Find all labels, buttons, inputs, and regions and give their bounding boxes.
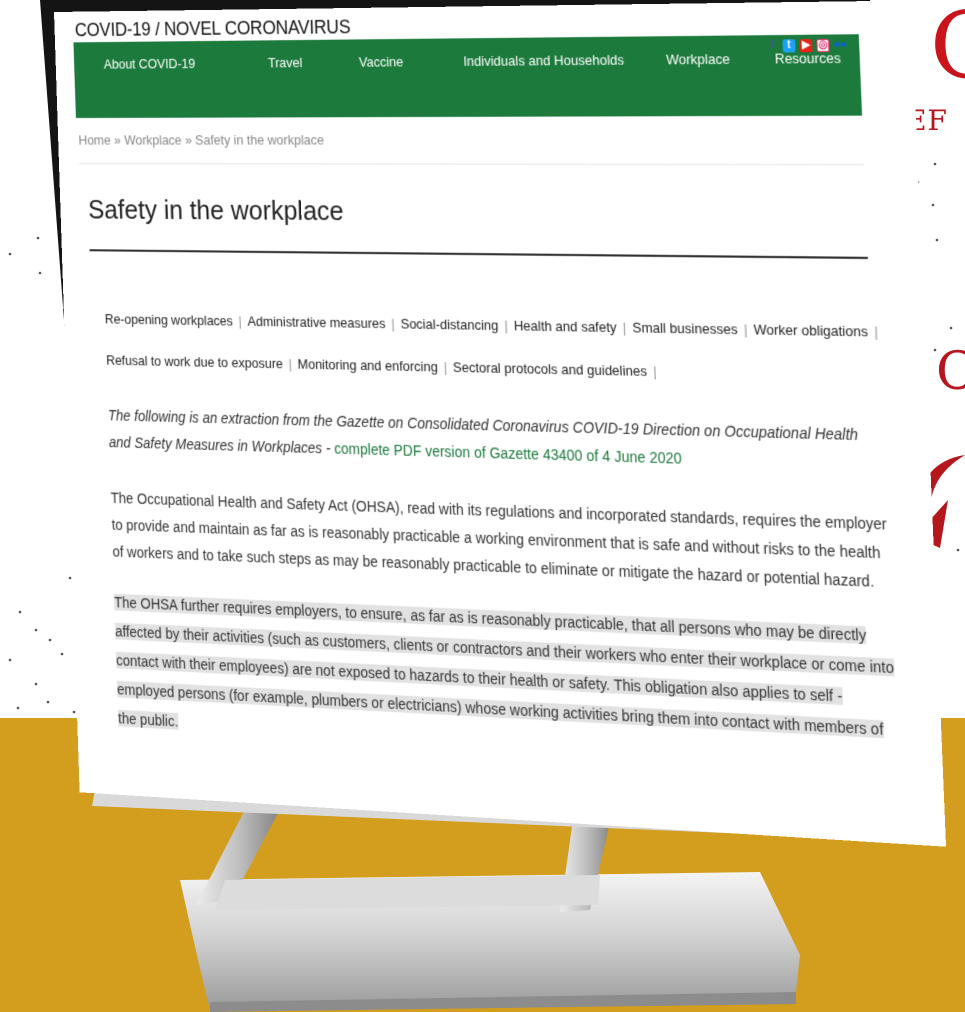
site-title[interactable]: COVID-19 / NOVEL CORONAVIRUS [75, 16, 351, 41]
nav-about-covid[interactable]: About COVID-19 [104, 56, 196, 72]
subnav-pipe: | [652, 363, 658, 380]
breadcrumb-divider [79, 163, 865, 166]
ohsa-paragraph-2: The OHSA further requires employers, to … [113, 588, 900, 777]
subnav-pipe: | [288, 355, 293, 372]
subnav-pipe: | [622, 319, 627, 336]
subnav-pipe: | [238, 313, 243, 329]
ohsa-paragraph-1: The Occupational Health and Safety Act (… [110, 489, 888, 591]
section-subnav: Re-opening workplaces | Administrative mea… [104, 299, 879, 399]
subnav-monitoring-enforcing[interactable]: Monitoring and enforcing [297, 356, 438, 375]
intro-paragraph: The following is an extraction from the … [108, 402, 888, 479]
breadcrumb-workplace[interactable]: Workplace [124, 132, 182, 148]
breadcrumb: Home » Workplace » Safety in the workpla… [78, 132, 324, 148]
subnav-pipe: | [873, 323, 879, 340]
subnav-pipe: | [391, 315, 396, 332]
subnav-small-businesses[interactable]: Small businesses [632, 319, 738, 337]
subnav-pipe: | [504, 317, 509, 334]
subnav-pipe: | [743, 321, 748, 338]
subnav-pipe: | [443, 358, 448, 375]
subnav-health-and-safety[interactable]: Health and safety [514, 317, 617, 335]
nav-workplace[interactable]: Workplace [666, 51, 730, 68]
browser-screen: COVID-19 / NOVEL CORONAVIRUS f t ▶ ◎ ●● … [54, 0, 947, 847]
nav-individuals-households[interactable]: Individuals and Households [463, 52, 624, 69]
subnav-sectoral-protocols[interactable]: Sectoral protocols and guidelines [453, 359, 648, 379]
subnav-administrative-measures[interactable]: Administrative measures [247, 313, 386, 331]
subnav-refusal-to-work[interactable]: Refusal to work due to exposure [106, 352, 283, 371]
nav-travel[interactable]: Travel [268, 55, 303, 71]
breadcrumb-home[interactable]: Home [78, 132, 111, 147]
subnav-worker-obligations[interactable]: Worker obligations [753, 321, 868, 339]
title-divider [89, 249, 868, 259]
nav-vaccine[interactable]: Vaccine [359, 54, 404, 70]
main-navbar: f t ▶ ◎ ●● About COVID-19 Travel Vaccine… [73, 34, 863, 119]
breadcrumb-current: Safety in the workplace [195, 131, 325, 148]
gazette-pdf-link[interactable]: complete PDF version of Gazette 43400 of… [334, 440, 682, 467]
highlighted-text: The OHSA further requires employers, to … [113, 593, 895, 739]
breadcrumb-separator: » [113, 132, 122, 148]
subnav-reopening-workplaces[interactable]: Re-opening workplaces [105, 311, 234, 329]
nav-resources[interactable]: Resources [774, 50, 841, 67]
page-title: Safety in the workplace [87, 193, 345, 227]
subnav-social-distancing[interactable]: Social-distancing [400, 316, 498, 334]
breadcrumb-separator: » [184, 132, 193, 148]
